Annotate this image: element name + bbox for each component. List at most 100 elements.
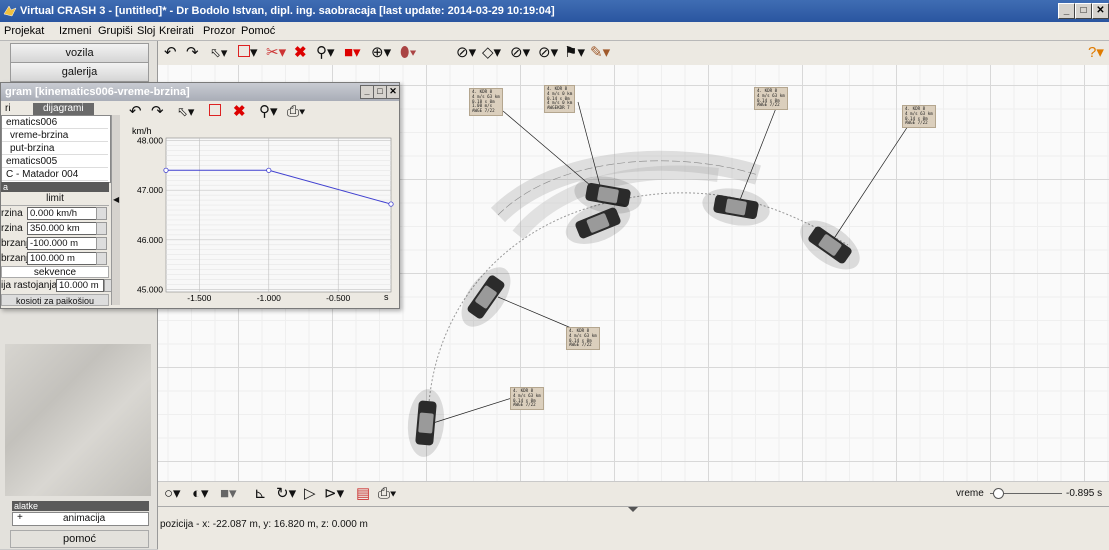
diagram-list: ematics006 vreme-brzina put-brzina emati… bbox=[1, 115, 111, 183]
menu-sloj[interactable]: Sloj bbox=[137, 25, 155, 37]
close-button[interactable]: ✕ bbox=[1092, 3, 1109, 19]
menu-izmeni[interactable]: Izmeni bbox=[59, 25, 91, 37]
max-accel-input[interactable]: 100.000 m bbox=[27, 252, 97, 265]
diagram-close-button[interactable]: ✕ bbox=[386, 85, 400, 99]
x-tick-label: -1.500 bbox=[187, 293, 211, 303]
info-label-box[interactable]: 4. KDR 8 4 m/s 63 km 0.14 s 0m AWGE 7/22 bbox=[510, 387, 544, 411]
menu-pomoc[interactable]: Pomoć bbox=[241, 25, 275, 37]
list-item[interactable]: C - Matador 004 bbox=[2, 168, 108, 181]
menu-projekat[interactable]: Projekat bbox=[4, 25, 44, 37]
leader-line bbox=[832, 122, 911, 241]
car-4 bbox=[800, 220, 860, 270]
list-item[interactable]: ematics006 bbox=[2, 116, 108, 129]
animacija-label: animacija bbox=[63, 513, 106, 524]
help-button[interactable]: pomoć bbox=[10, 530, 149, 548]
redo-icon[interactable]: ↷ bbox=[186, 44, 199, 62]
animation-toolbar: ○▾ ◐▾ ■▾ ⊾ ↻▾ ▷ ⊳▾ ▤ ⎙▾ vreme -0.895 s bbox=[158, 481, 1109, 506]
cut-icon[interactable]: ✂▾ bbox=[266, 44, 286, 62]
vozila-button[interactable]: vozila bbox=[10, 43, 149, 63]
flag-icon[interactable]: ⚑▾ bbox=[564, 44, 585, 62]
bottom-panel-button[interactable]: kosioti za paikošiou bbox=[1, 294, 109, 306]
report-icon[interactable]: ▤ bbox=[356, 485, 370, 503]
menu-kreirati[interactable]: Kreirati bbox=[159, 25, 194, 37]
move-icon[interactable]: ⊕▾ bbox=[371, 44, 391, 62]
list-item[interactable]: vreme-brzina bbox=[2, 129, 108, 142]
square-icon[interactable]: ■▾ bbox=[220, 485, 237, 503]
status-area: pozicija - x: -22.087 m, y: 16.820 m, z:… bbox=[158, 506, 1109, 550]
measure-icon[interactable]: ⊘▾ bbox=[456, 44, 476, 62]
shape-icon[interactable]: ◐▾ bbox=[192, 485, 209, 503]
leader-line bbox=[432, 396, 516, 424]
field-label: ija rastojanja bbox=[1, 280, 58, 291]
list-item[interactable]: ematics005 bbox=[2, 155, 108, 168]
delete-icon[interactable]: ✖ bbox=[294, 44, 307, 62]
angle-icon[interactable]: ⊘▾ bbox=[538, 44, 558, 62]
max-speed-input[interactable]: 350.000 km bbox=[27, 222, 97, 235]
y-tick-label: 46.000 bbox=[137, 235, 163, 245]
undo-icon[interactable]: ↶ bbox=[164, 44, 177, 62]
distance-input[interactable]: 10.000 m bbox=[56, 279, 104, 292]
spinner[interactable] bbox=[96, 207, 107, 220]
tab-dijagrami[interactable]: dijagrami bbox=[33, 103, 94, 115]
info-label-box[interactable]: 4. KDR 8 4 m/s 63 km 0.18 s 0m 1.00 m/s … bbox=[469, 88, 503, 116]
gauge-icon[interactable]: ⊘▾ bbox=[510, 44, 530, 62]
menu-prozor[interactable]: Prozor bbox=[203, 25, 235, 37]
chart-icon[interactable]: ⊾ bbox=[254, 485, 267, 503]
splitter[interactable]: ◀ bbox=[111, 115, 120, 305]
expand-plus[interactable]: + bbox=[17, 512, 23, 523]
zoom-icon[interactable]: ⚲▾ bbox=[316, 44, 335, 62]
window-title: Virtual CRASH 3 - [untitled]* - Dr Bodol… bbox=[20, 5, 555, 17]
galerija-button[interactable]: galerija bbox=[10, 62, 149, 82]
diagram-titlebar[interactable]: gram [kinematics006-vreme-brzina] _ □ ✕ bbox=[1, 83, 400, 101]
tab-ri[interactable]: ri bbox=[5, 103, 11, 115]
speed-time-chart[interactable]: km/h 48.00047.00046.00045.000 -1.500 -1.0… bbox=[122, 124, 395, 304]
play-icon[interactable]: ▷ bbox=[304, 485, 316, 503]
y-tick-label: 45.000 bbox=[137, 285, 163, 295]
spinner[interactable] bbox=[96, 252, 107, 265]
menu-bar: Projekat Izmeni Grupiši Sloj Kreirati Pr… bbox=[0, 22, 1109, 41]
minimize-button[interactable]: _ bbox=[1058, 3, 1075, 19]
rect-select-icon[interactable]: ▾ bbox=[238, 44, 258, 62]
spinner[interactable] bbox=[96, 237, 107, 250]
circle-icon[interactable]: ○▾ bbox=[164, 485, 181, 503]
diagram-rect-icon[interactable] bbox=[209, 103, 221, 121]
help-icon[interactable]: ?▾ bbox=[1088, 44, 1104, 62]
position-readout: pozicija - x: -22.087 m, y: 16.820 m, z:… bbox=[160, 519, 368, 530]
leader-line bbox=[737, 102, 779, 206]
diagram-redo-icon[interactable]: ↷ bbox=[151, 103, 164, 121]
info-label-box[interactable]: 4. KDR 8 4 m/s 63 km 0.14 s 0m AWGE 7/22 bbox=[566, 327, 600, 351]
info-label-box[interactable]: 4. KDR 8 4 m/s 63 km 0.14 s 0m AWGE 7/22 bbox=[754, 87, 788, 111]
print-icon[interactable]: ⎙▾ bbox=[378, 485, 396, 503]
time-value: -0.895 s bbox=[1066, 488, 1103, 499]
play-step-icon[interactable]: ⊳▾ bbox=[324, 485, 344, 503]
diagram-zoom-icon[interactable]: ⚲▾ bbox=[259, 103, 278, 121]
min-speed-input[interactable]: 0.000 km/h bbox=[27, 207, 97, 220]
info-label-box[interactable]: 4. KDR 8 4 m/s 0 km 0.14 s 0m 4 m/s 0 km… bbox=[544, 85, 576, 113]
pen-icon[interactable]: ✎▾ bbox=[590, 44, 610, 62]
info-label-box[interactable]: 4. KDR 8 4 m/s 63 km 0.14 s 0m AWGE 7/22 bbox=[902, 105, 936, 129]
diagram-maximize-button[interactable]: □ bbox=[373, 85, 387, 99]
collapse-arrow-icon[interactable] bbox=[628, 507, 638, 512]
time-slider-knob[interactable] bbox=[993, 488, 1005, 499]
diagram-delete-icon[interactable]: ✖ bbox=[233, 103, 246, 121]
diagram-undo-icon[interactable]: ↶ bbox=[129, 103, 142, 121]
settings-panel-header: a bbox=[1, 182, 109, 192]
diamond-icon[interactable]: ◇▾ bbox=[482, 44, 501, 62]
alatke-animacija-row[interactable]: + animacija bbox=[12, 512, 149, 526]
diagram-select-icon[interactable]: ⬁▾ bbox=[177, 103, 194, 121]
sekvence-header[interactable]: sekvence bbox=[1, 266, 109, 278]
diagram-print-icon[interactable]: ⎙▾ bbox=[287, 103, 305, 121]
min-accel-input[interactable]: -100.000 m bbox=[27, 237, 97, 250]
collapse-left-icon[interactable]: ◀ bbox=[113, 195, 119, 204]
cube-icon[interactable]: ■▾ bbox=[344, 44, 361, 62]
list-item[interactable]: put-brzina bbox=[2, 142, 108, 155]
data-point bbox=[163, 167, 169, 173]
spinner[interactable] bbox=[96, 222, 107, 235]
select-arrow-icon[interactable]: ⬁▾ bbox=[210, 44, 227, 62]
maximize-button[interactable]: □ bbox=[1075, 3, 1092, 19]
menu-grupisi[interactable]: Grupiši bbox=[98, 25, 133, 37]
rotate-icon[interactable]: ↻▾ bbox=[276, 485, 296, 503]
magnet-icon[interactable]: ⬮▾ bbox=[400, 44, 417, 62]
field-label: rzina bbox=[1, 223, 23, 234]
diagram-minimize-button[interactable]: _ bbox=[360, 85, 374, 99]
